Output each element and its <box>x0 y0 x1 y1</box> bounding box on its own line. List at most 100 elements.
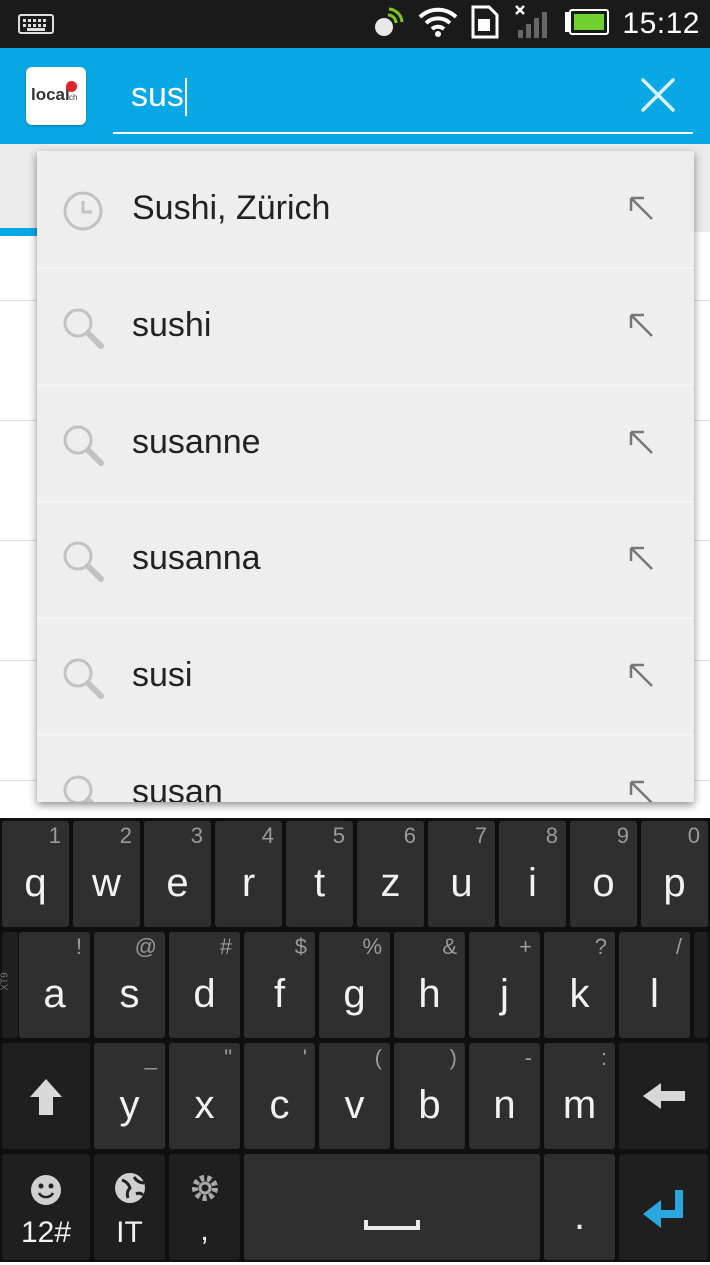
key-label: b <box>418 1083 441 1127</box>
xt9-indicator: XT9 <box>0 932 18 1038</box>
backspace-key[interactable] <box>619 1043 708 1149</box>
key-label: c <box>269 1083 290 1127</box>
app-bar: local ch sus <box>0 48 710 144</box>
key-l[interactable]: / l <box>619 932 690 1038</box>
space-key[interactable] <box>244 1154 540 1260</box>
suggestion-item[interactable]: susi <box>37 618 694 734</box>
backspace-arrow-icon <box>643 1083 685 1109</box>
fill-query-arrow-icon[interactable] <box>626 777 656 802</box>
key-hint: ? <box>594 934 607 959</box>
status-bar: 15:12 <box>0 0 710 48</box>
fill-query-arrow-icon[interactable] <box>626 543 656 573</box>
history-clock-icon <box>61 189 105 233</box>
language-key[interactable]: IT <box>94 1154 165 1260</box>
key-label: w <box>92 861 121 905</box>
shift-arrow-icon <box>30 1079 62 1115</box>
fill-query-arrow-icon[interactable] <box>626 660 656 690</box>
suggestion-item[interactable]: susanna <box>37 501 694 617</box>
key-hint: ! <box>75 934 82 959</box>
key-hint: + <box>519 934 532 959</box>
period-label: . <box>573 1194 586 1238</box>
key-f[interactable]: $ f <box>244 932 315 1038</box>
key-label: l <box>650 972 659 1016</box>
key-hint: " <box>224 1045 232 1070</box>
search-icon <box>61 423 105 467</box>
search-input[interactable]: sus <box>131 76 184 115</box>
key-label: h <box>418 972 441 1016</box>
key-n[interactable]: -n <box>469 1043 540 1149</box>
globe-icon <box>115 1173 145 1203</box>
search-field[interactable]: sus <box>113 68 693 134</box>
key-label: k <box>569 972 590 1016</box>
key-label: o <box>592 861 615 905</box>
smiley-icon <box>31 1175 61 1205</box>
key-x[interactable]: " x <box>169 1043 240 1149</box>
enter-key[interactable] <box>619 1154 708 1260</box>
key-h[interactable]: & h <box>394 932 465 1038</box>
logo-text: local <box>31 85 70 104</box>
key-w[interactable]: 2w <box>73 821 140 927</box>
key-label: z <box>380 861 401 905</box>
key-hint: 1 <box>48 823 61 848</box>
key-d[interactable]: # d <box>169 932 240 1038</box>
key-label: a <box>43 972 66 1016</box>
clock-time: 15:12 <box>622 7 700 40</box>
key-r[interactable]: 4r <box>215 821 282 927</box>
key-a[interactable]: ! a <box>19 932 90 1038</box>
suggestion-text: Sushi, Zürich <box>132 189 331 227</box>
sim-icon <box>470 5 502 44</box>
key-hint: 4 <box>261 823 274 848</box>
suggestion-item[interactable]: Sushi, Zürich <box>37 151 694 267</box>
key-hint: $ <box>294 934 307 959</box>
key-s[interactable]: @ s <box>94 932 165 1038</box>
shift-key[interactable] <box>2 1043 90 1149</box>
key-t[interactable]: 5t <box>286 821 353 927</box>
key-v[interactable]: (v <box>319 1043 390 1149</box>
key-hint: : <box>600 1045 607 1070</box>
key-u[interactable]: 7u <box>428 821 495 927</box>
key-label: j <box>500 972 509 1016</box>
emoji-symbols-key[interactable]: 12# <box>2 1154 90 1260</box>
key-m[interactable]: :m <box>544 1043 615 1149</box>
fill-query-arrow-icon[interactable] <box>626 427 656 457</box>
suggestion-text: sushi <box>132 306 212 344</box>
key-k[interactable]: ? k <box>544 932 615 1038</box>
search-icon <box>61 656 105 700</box>
key-e[interactable]: 3e <box>144 821 211 927</box>
suggestion-item[interactable]: susan <box>37 735 694 802</box>
clear-search-button[interactable] <box>623 68 693 128</box>
symbols-label: 12# <box>20 1216 72 1249</box>
key-label: m <box>562 1083 597 1127</box>
key-label: v <box>344 1083 365 1127</box>
battery-icon <box>564 8 610 40</box>
fill-query-arrow-icon[interactable] <box>626 310 656 340</box>
suggestion-item[interactable]: sushi <box>37 268 694 384</box>
key-i[interactable]: 8i <box>499 821 566 927</box>
key-j[interactable]: + j <box>469 932 540 1038</box>
key-hint: / <box>675 934 682 959</box>
key-hint: & <box>442 934 457 959</box>
app-logo[interactable]: local ch <box>26 67 86 125</box>
xt9-label: XT9 <box>0 972 11 991</box>
period-key[interactable]: . <box>544 1154 615 1260</box>
key-hint: 9 <box>616 823 629 848</box>
key-y[interactable]: _ y <box>94 1043 165 1149</box>
key-o[interactable]: 9o <box>570 821 637 927</box>
key-z[interactable]: 6z <box>357 821 424 927</box>
key-p[interactable]: 0p <box>641 821 708 927</box>
enter-arrow-icon <box>643 1190 683 1228</box>
key-hint: _ <box>144 1045 157 1070</box>
key-hint: 6 <box>403 823 416 848</box>
key-g[interactable]: % g <box>319 932 390 1038</box>
key-q[interactable]: 1q <box>2 821 69 927</box>
key-hint: ' <box>302 1045 307 1070</box>
key-b[interactable]: ) b <box>394 1043 465 1149</box>
suggestion-item[interactable]: susanne <box>37 385 694 501</box>
key-c[interactable]: ' c <box>244 1043 315 1149</box>
fill-query-arrow-icon[interactable] <box>626 193 656 223</box>
space-bar-icon <box>364 1220 420 1230</box>
suggestion-text: susi <box>132 656 193 694</box>
logo-suffix: ch <box>69 93 78 102</box>
settings-comma-key[interactable]: , <box>169 1154 240 1260</box>
key-hint: ) <box>449 1045 457 1070</box>
